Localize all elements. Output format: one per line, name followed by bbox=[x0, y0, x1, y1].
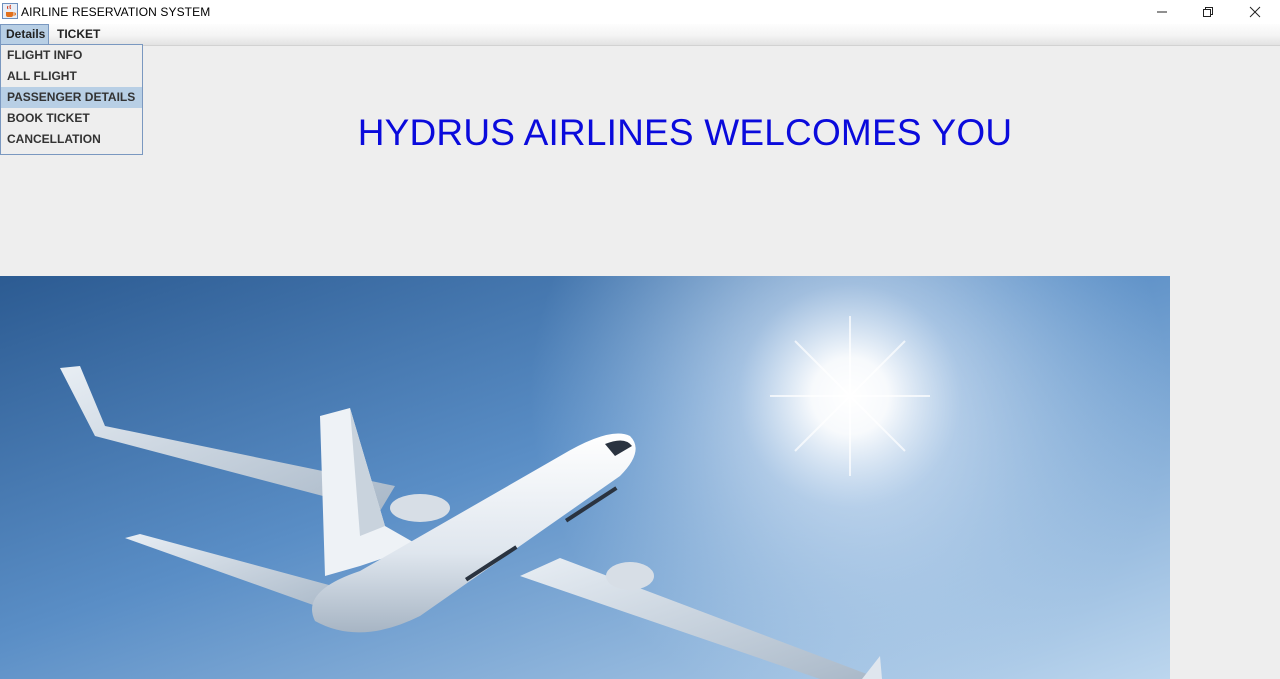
menu-ticket[interactable]: TICKET bbox=[52, 24, 105, 45]
menu-bar: Details TICKET bbox=[0, 24, 1280, 46]
menu-item-all-flight[interactable]: ALL FLIGHT bbox=[1, 66, 142, 87]
welcome-heading: HYDRUS AIRLINES WELCOMES YOU bbox=[357, 112, 1013, 153]
restore-icon bbox=[1203, 7, 1213, 17]
window-title: AIRLINE RESERVATION SYSTEM bbox=[21, 5, 211, 19]
minimize-icon bbox=[1157, 11, 1167, 13]
menu-item-passenger-details[interactable]: PASSENGER DETAILS bbox=[1, 87, 142, 108]
menu-details[interactable]: Details bbox=[0, 24, 49, 45]
title-bar: AIRLINE RESERVATION SYSTEM bbox=[0, 0, 1280, 24]
airplane-image bbox=[0, 276, 1170, 679]
restore-button[interactable] bbox=[1185, 0, 1231, 24]
minimize-button[interactable] bbox=[1139, 0, 1185, 24]
airplane-in-sky-illustration bbox=[0, 276, 1170, 679]
java-coffee-icon bbox=[2, 3, 18, 19]
close-icon bbox=[1249, 6, 1261, 18]
close-button[interactable] bbox=[1232, 0, 1278, 24]
menu-item-flight-info[interactable]: FLIGHT INFO bbox=[1, 45, 142, 66]
